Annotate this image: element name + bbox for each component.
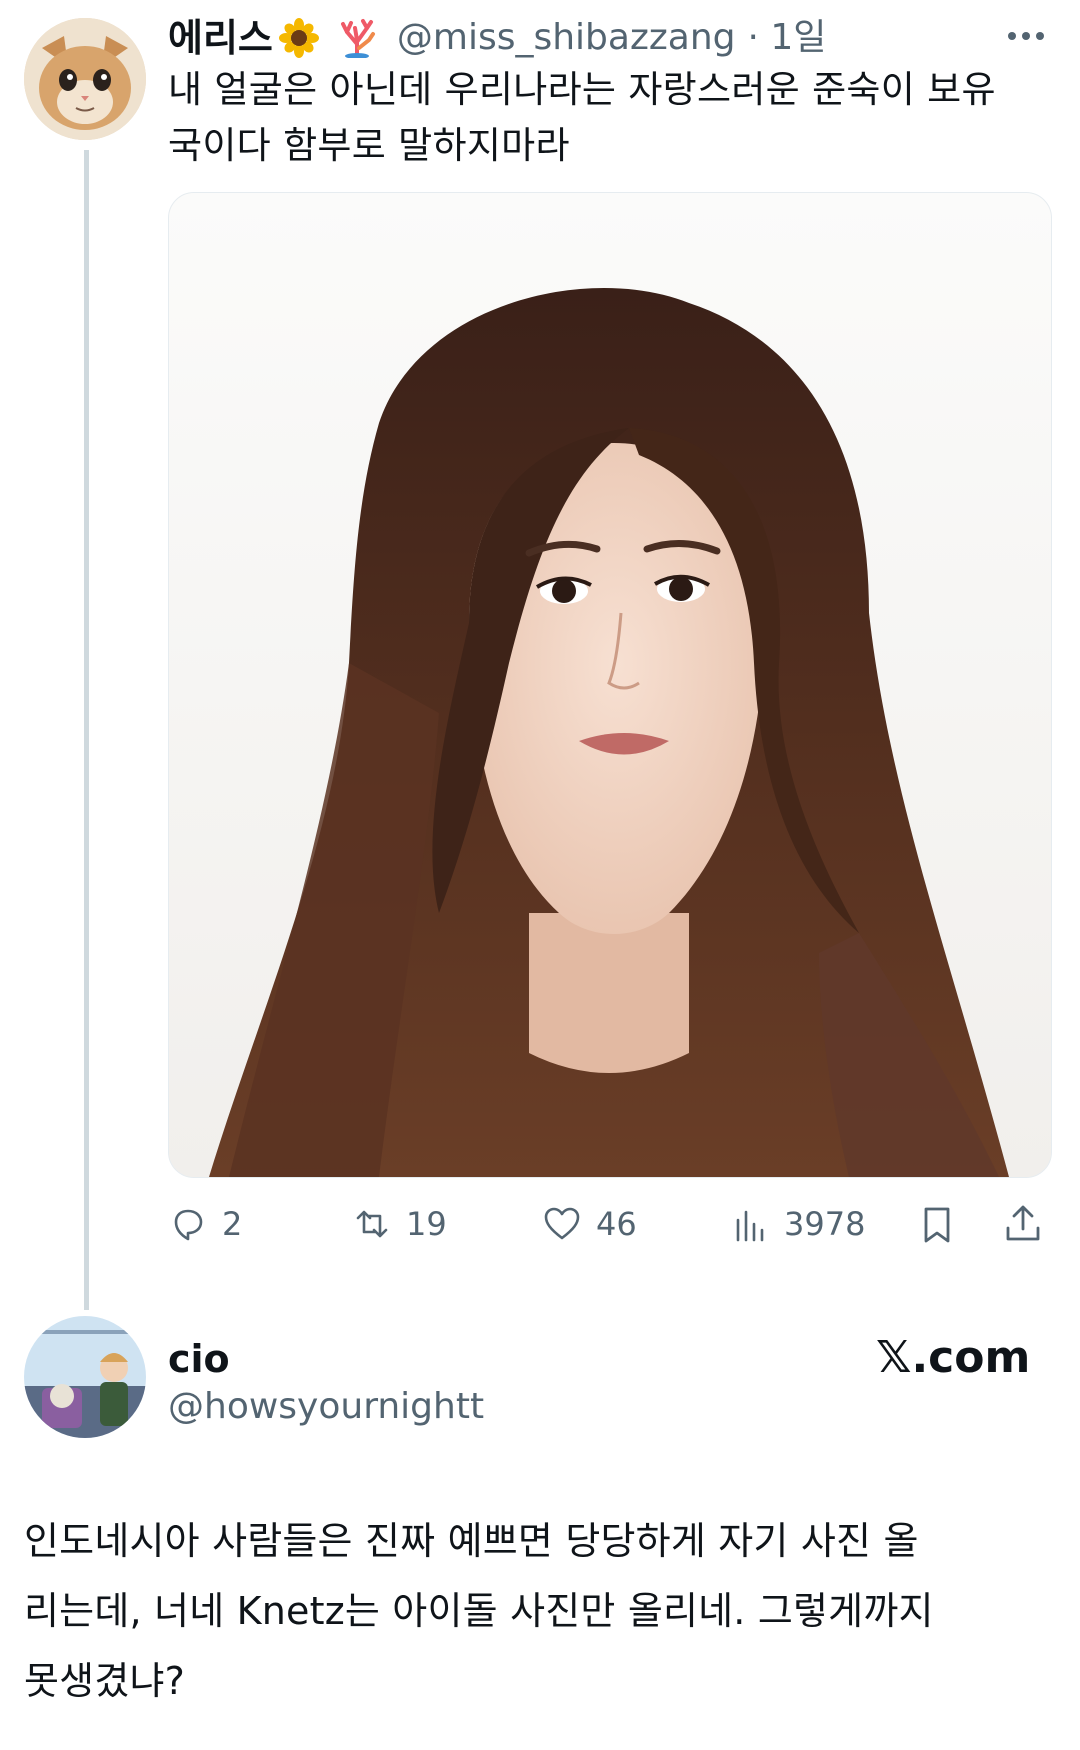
sunflower-emoji xyxy=(278,18,319,58)
reply-text-line: 못생겼냐? xyxy=(24,1659,186,1703)
heart-icon xyxy=(544,1207,580,1240)
user-handle[interactable]: @miss_shibazzang xyxy=(397,15,736,61)
reply-text-line: 리는데, 너네 Knetz는 아이돌 사진만 올리네. 그렇게까지 xyxy=(24,1589,934,1633)
reply-display-name[interactable]: cio xyxy=(168,1336,230,1382)
tweet-text-line: 내 얼굴은 아닌데 우리나라는 자랑스러운 준숙이 보유 xyxy=(168,68,996,111)
reply-text: 인도네시아 사람들은 진짜 예쁘면 당당하게 자기 사진 올 리는데, 너네 K… xyxy=(24,1506,1064,1716)
avatar-cat[interactable] xyxy=(24,18,146,140)
thread-connector-line xyxy=(84,150,89,1310)
views-action[interactable]: 3978 xyxy=(730,1204,865,1244)
tweet-photo[interactable] xyxy=(168,192,1052,1178)
avatar-cio[interactable] xyxy=(24,1316,146,1438)
reply-action[interactable]: 2 xyxy=(168,1204,242,1244)
tweet-header: 에리스 @miss_shibazzang · 1일 xyxy=(168,14,826,62)
coral-emoji xyxy=(337,18,377,59)
bookmark-icon[interactable] xyxy=(916,1204,958,1250)
retweet-action[interactable]: 19 xyxy=(352,1204,447,1244)
reply-count: 2 xyxy=(222,1205,243,1243)
x-com-brand: 𝕏.com xyxy=(876,1332,1031,1383)
reply-text-line: 인도네시아 사람들은 진짜 예쁘면 당당하게 자기 사진 올 xyxy=(24,1519,919,1563)
retweet-count: 19 xyxy=(406,1205,447,1243)
display-name[interactable]: 에리스 xyxy=(168,15,273,61)
like-count: 46 xyxy=(596,1205,637,1243)
reply-icon xyxy=(174,1209,203,1241)
view-count: 3978 xyxy=(784,1205,866,1243)
tweet-text: 내 얼굴은 아닌데 우리나라는 자랑스러운 준숙이 보유 국이다 함부로 말하지… xyxy=(168,62,1048,174)
retweet-icon xyxy=(356,1210,388,1238)
like-action[interactable]: 46 xyxy=(542,1204,637,1244)
more-icon[interactable] xyxy=(1004,26,1048,46)
tweet-time[interactable]: · 1일 xyxy=(747,15,826,61)
reply-handle[interactable]: @howsyournightt xyxy=(168,1384,484,1430)
share-icon[interactable] xyxy=(1002,1202,1044,1248)
views-icon xyxy=(736,1210,764,1242)
tweet-text-line: 국이다 함부로 말하지마라 xyxy=(168,124,570,167)
